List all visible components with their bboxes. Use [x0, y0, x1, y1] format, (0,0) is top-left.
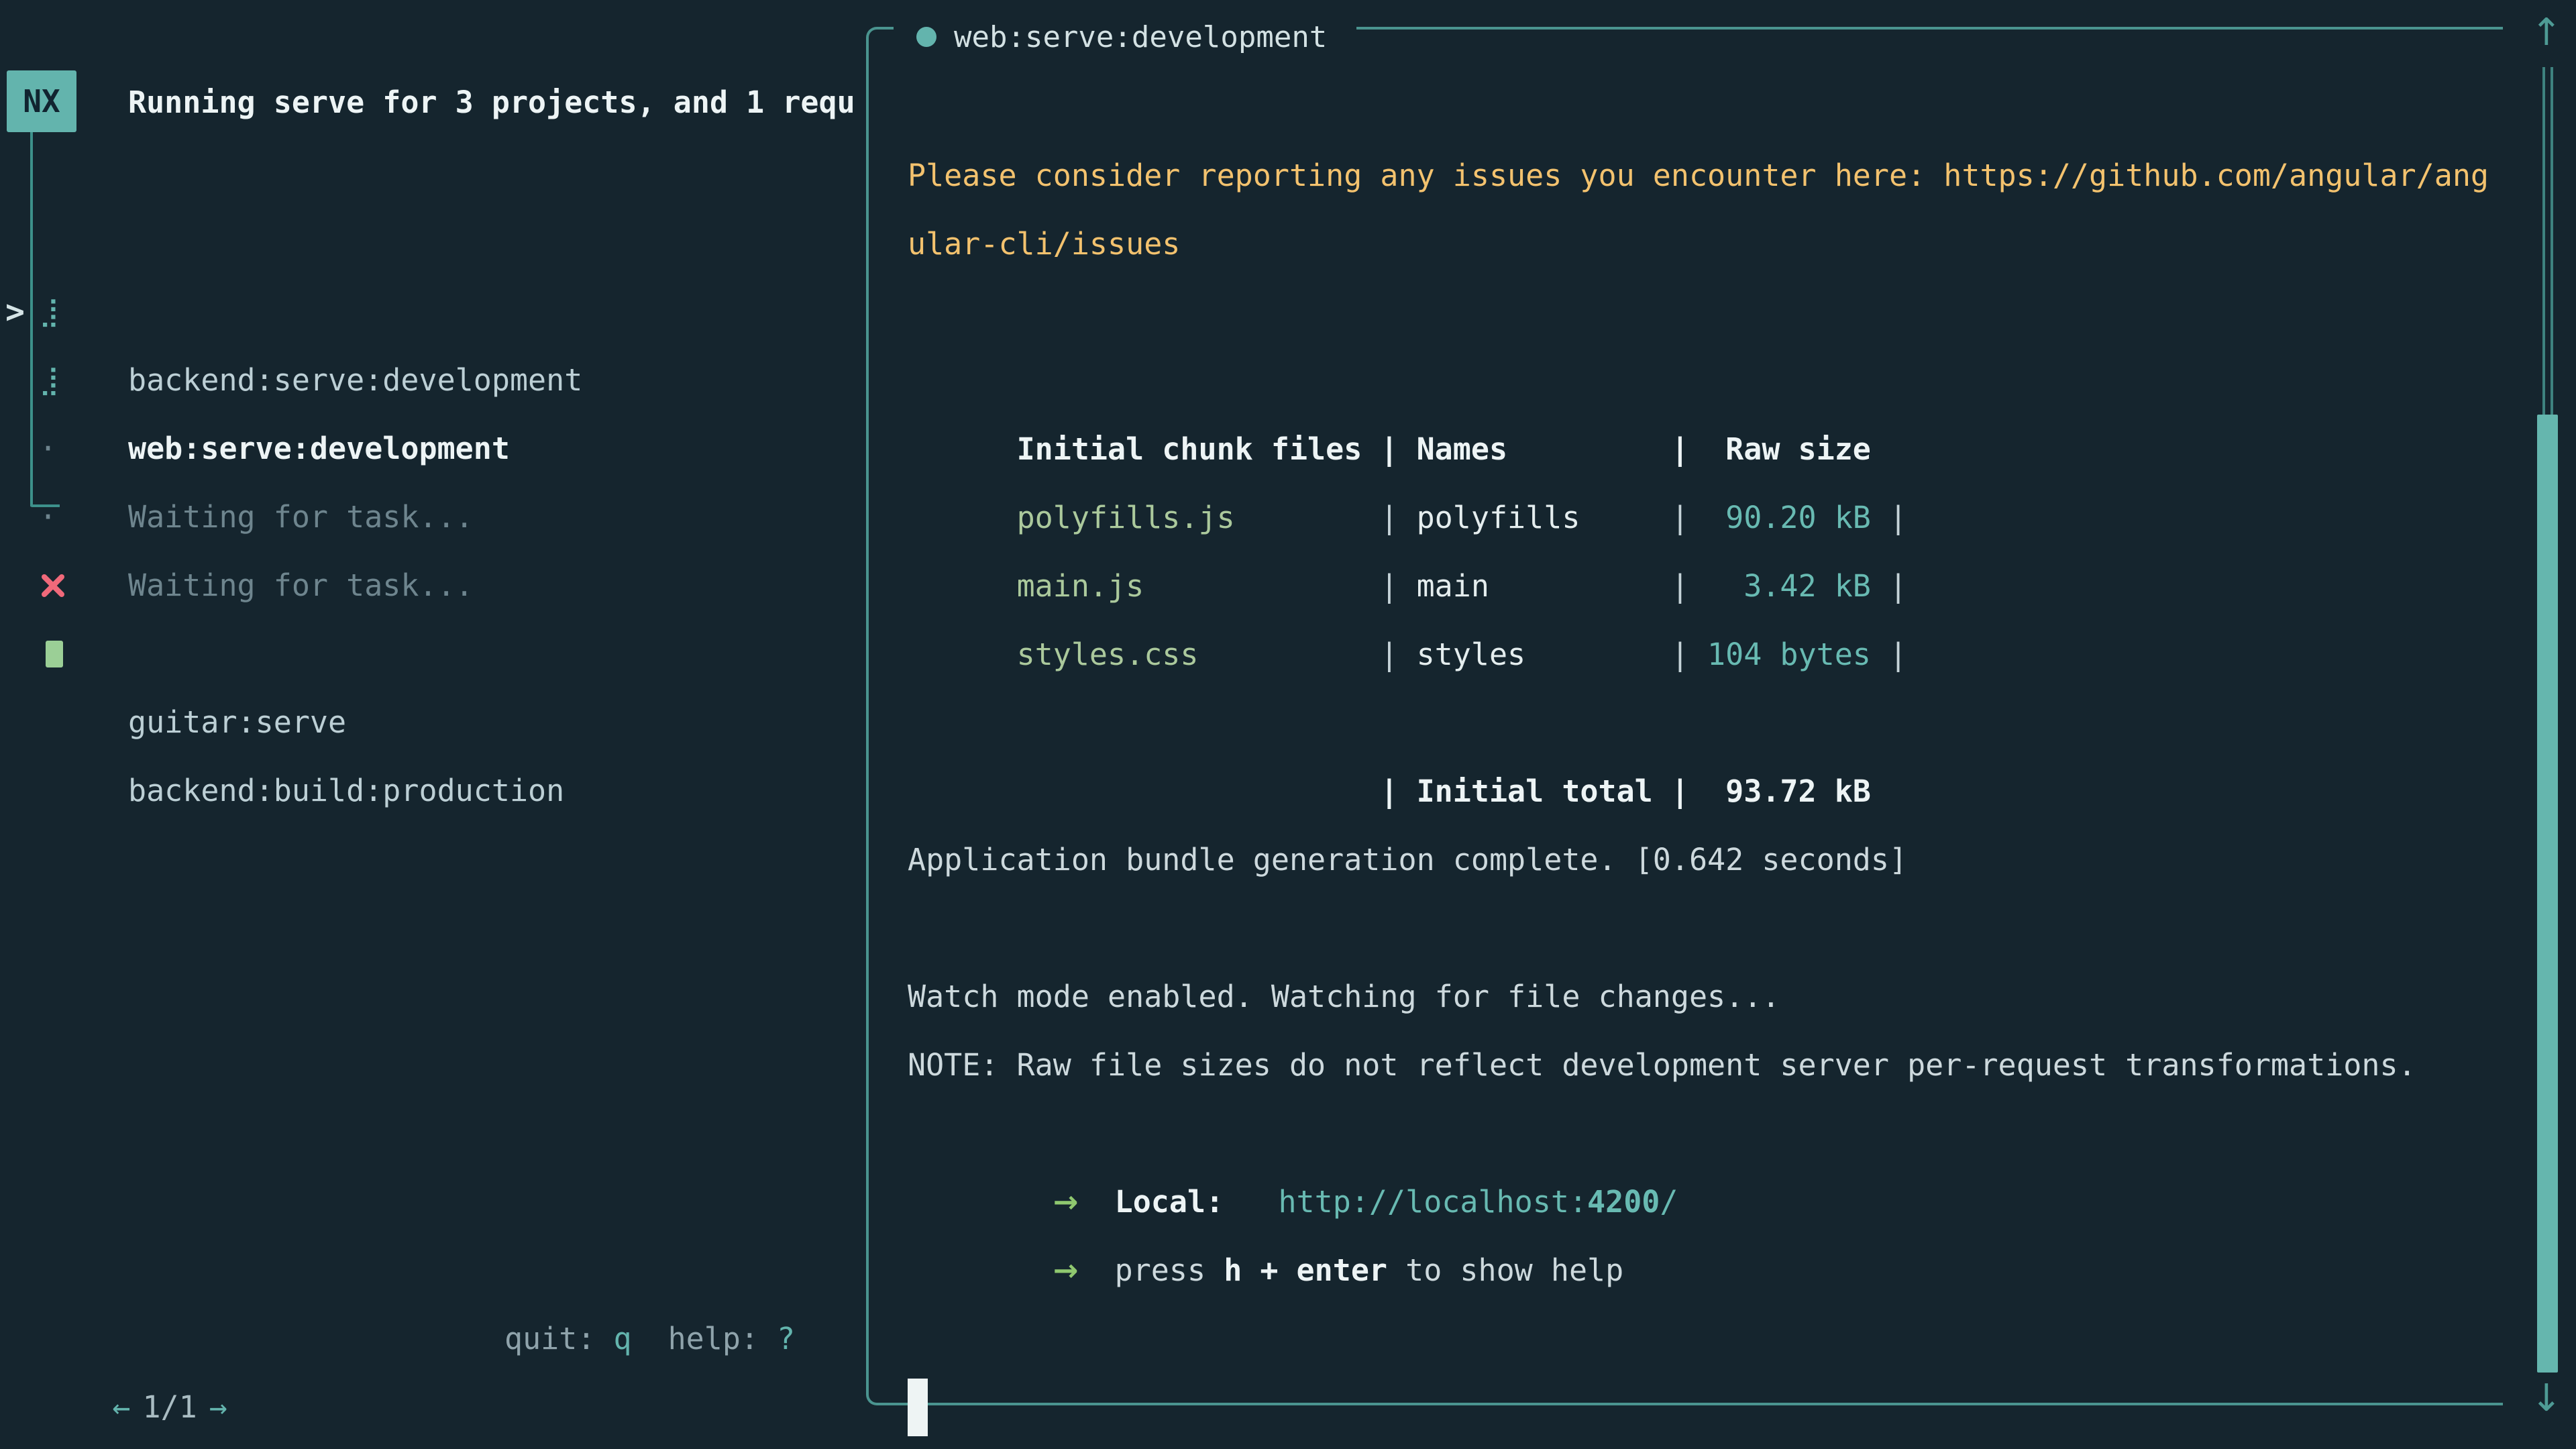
- col-names-header: Names: [1399, 415, 1671, 484]
- help-hint-post: to show help: [1387, 1252, 1623, 1288]
- chunk-name: main: [1399, 552, 1671, 621]
- pipe: |: [1871, 568, 1907, 604]
- local-label: Local:: [1115, 1184, 1224, 1220]
- error-cross-icon: [40, 572, 66, 599]
- pagination: ←1/1→: [40, 1305, 227, 1373]
- sidebar-title: Running serve for 3 projects, and 1 requ: [128, 72, 856, 133]
- quit-label: quit:: [504, 1321, 595, 1356]
- page-next-icon[interactable]: →: [209, 1389, 227, 1425]
- pipe: |: [1671, 431, 1689, 467]
- scroll-up-icon[interactable]: ↑: [2522, 9, 2571, 56]
- help-key: ?: [777, 1321, 795, 1356]
- nx-logo: NX: [7, 70, 76, 132]
- terminal-output: Please consider reporting any issues you…: [908, 142, 2531, 1305]
- col-files-header: Initial chunk files: [1017, 415, 1381, 484]
- terminal-cursor: [908, 1379, 928, 1436]
- pipe: |: [1671, 637, 1689, 672]
- notice-line: Please consider reporting any issues you…: [908, 142, 2531, 210]
- chunk-size: 104 bytes: [1689, 621, 1871, 689]
- pipe: |: [1380, 637, 1398, 672]
- arrow-right-icon: →: [1053, 1252, 1079, 1288]
- waiting-dot-icon: ·: [39, 483, 57, 551]
- task-backend-build-production[interactable]: backend:build:production: [0, 620, 859, 688]
- url-suffix: /: [1660, 1184, 1678, 1220]
- blank-line: [908, 278, 2531, 347]
- output-panel-header: web:serve:development: [894, 16, 1356, 58]
- task-backend-serve-development[interactable]: ⣸ backend:serve:development: [0, 209, 859, 278]
- chunk-name: polyfills: [1399, 484, 1671, 552]
- success-square-icon: [46, 641, 63, 667]
- watch-mode-line: Watch mode enabled. Watching for file ch…: [908, 963, 2531, 1031]
- note-line: NOTE: Raw file sizes do not reflect deve…: [908, 1031, 2531, 1099]
- chunk-size: 90.20 kB: [1689, 484, 1871, 552]
- chunk-file: polyfills.js: [1017, 484, 1381, 552]
- help-hint-pre: press: [1115, 1252, 1224, 1288]
- chunk-file: styles.css: [1017, 621, 1381, 689]
- bundle-complete-line: Application bundle generation complete. …: [908, 826, 2531, 894]
- nx-terminal-ui: NX Running serve for 3 projects, and 1 r…: [0, 0, 2576, 1449]
- total-size: 93.72 kB: [1689, 757, 1871, 826]
- pipe: |: [1871, 637, 1907, 672]
- chunk-file: main.js: [1017, 552, 1381, 621]
- task-waiting-1[interactable]: · Waiting for task...: [0, 346, 859, 415]
- col-size-header: Raw size: [1689, 415, 1871, 484]
- scrollbar-thumb[interactable]: [2537, 415, 2558, 1373]
- pipe: |: [1380, 431, 1398, 467]
- local-url-link[interactable]: http://localhost:4200/: [1278, 1184, 1678, 1220]
- url-port: 4200: [1587, 1184, 1660, 1220]
- pipe: |: [1380, 568, 1398, 604]
- local-url-line: →Local:http://localhost:4200/: [908, 1099, 2531, 1168]
- task-guitar-serve[interactable]: guitar:serve: [0, 551, 859, 620]
- notice-line: ular-cli/issues: [908, 210, 2531, 278]
- page-indicator: 1/1: [142, 1389, 197, 1425]
- task-label: Waiting for task...: [128, 483, 474, 551]
- page-prev-icon[interactable]: ←: [112, 1389, 130, 1425]
- scroll-down-icon[interactable]: ↓: [2522, 1375, 2571, 1422]
- pipe: |: [1671, 568, 1689, 604]
- chunk-size: 3.42 kB: [1689, 552, 1871, 621]
- task-label: backend:build:production: [128, 757, 564, 825]
- url-prefix: http://localhost:: [1278, 1184, 1587, 1220]
- pipe: |: [1380, 773, 1398, 809]
- output-panel-title: web:serve:development: [954, 20, 1327, 54]
- pipe: |: [1380, 500, 1398, 535]
- pipe: |: [1671, 500, 1689, 535]
- task-web-serve-development[interactable]: ⣸ web:serve:development: [0, 278, 859, 346]
- initial-total-row: |Initial total|93.72 kB: [908, 689, 2531, 757]
- total-label: Initial total: [1399, 757, 1671, 826]
- chunk-table-header: Initial chunk files|Names|Raw size: [908, 347, 2531, 415]
- hotkey-hints: quit: q help:?: [504, 1305, 795, 1373]
- running-status-dot-icon: [916, 27, 936, 47]
- arrow-right-icon: →: [1053, 1184, 1079, 1220]
- help-label: help:: [668, 1321, 759, 1356]
- chunk-name: styles: [1399, 621, 1671, 689]
- task-waiting-2[interactable]: · Waiting for task...: [0, 415, 859, 483]
- task-label: guitar:serve: [128, 688, 346, 757]
- quit-key: q: [613, 1321, 631, 1356]
- help-hint-key: h + enter: [1224, 1252, 1387, 1288]
- pipe: |: [1871, 500, 1907, 535]
- pipe: |: [1671, 773, 1689, 809]
- blank-line: [908, 894, 2531, 963]
